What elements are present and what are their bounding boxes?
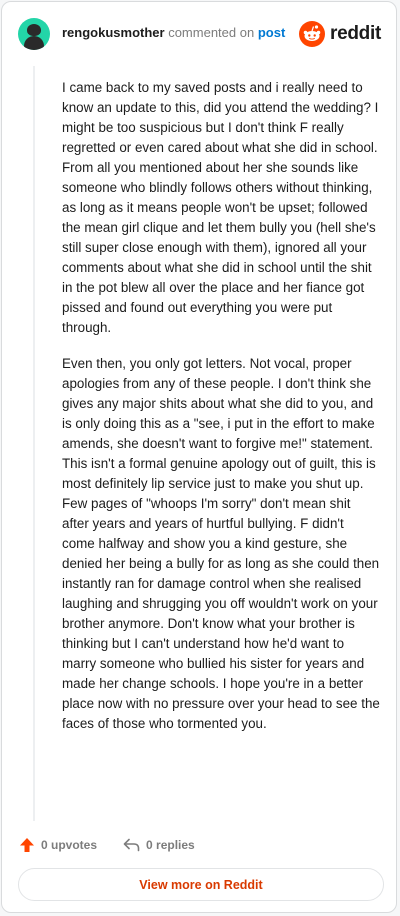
reply-arrow-icon [123, 838, 140, 852]
comment-meta: rengokusmother commented on post [62, 25, 285, 40]
commented-on-text: commented on [168, 25, 255, 40]
reply-button[interactable]: 0 replies [123, 838, 195, 852]
upvote-arrow-icon [20, 838, 34, 852]
reply-count: 0 replies [146, 838, 195, 852]
comment-actions: 0 upvotes 0 replies [19, 834, 195, 856]
reddit-wordmark: reddit [330, 23, 381, 44]
comment-body: I came back to my saved posts and i real… [62, 78, 380, 750]
view-more-on-reddit-button[interactable]: View more on Reddit [18, 868, 384, 901]
comment-embed-card: rengokusmother commented on post reddit … [1, 1, 397, 913]
upvote-count: 0 upvotes [41, 838, 98, 852]
comment-header: rengokusmother commented on post reddit [2, 2, 396, 66]
username-link[interactable]: rengokusmother [62, 25, 165, 40]
upvote-button[interactable]: 0 upvotes [19, 837, 97, 853]
reddit-brand[interactable]: reddit [299, 20, 381, 48]
comment-paragraph: I came back to my saved posts and i real… [62, 80, 379, 335]
comment-paragraph: Even then, you only got letters. Not voc… [62, 356, 380, 731]
thread-line [33, 66, 35, 821]
post-link[interactable]: post [258, 25, 285, 40]
snoo-avatar-icon[interactable] [18, 18, 50, 50]
reddit-logo-icon [299, 21, 326, 47]
